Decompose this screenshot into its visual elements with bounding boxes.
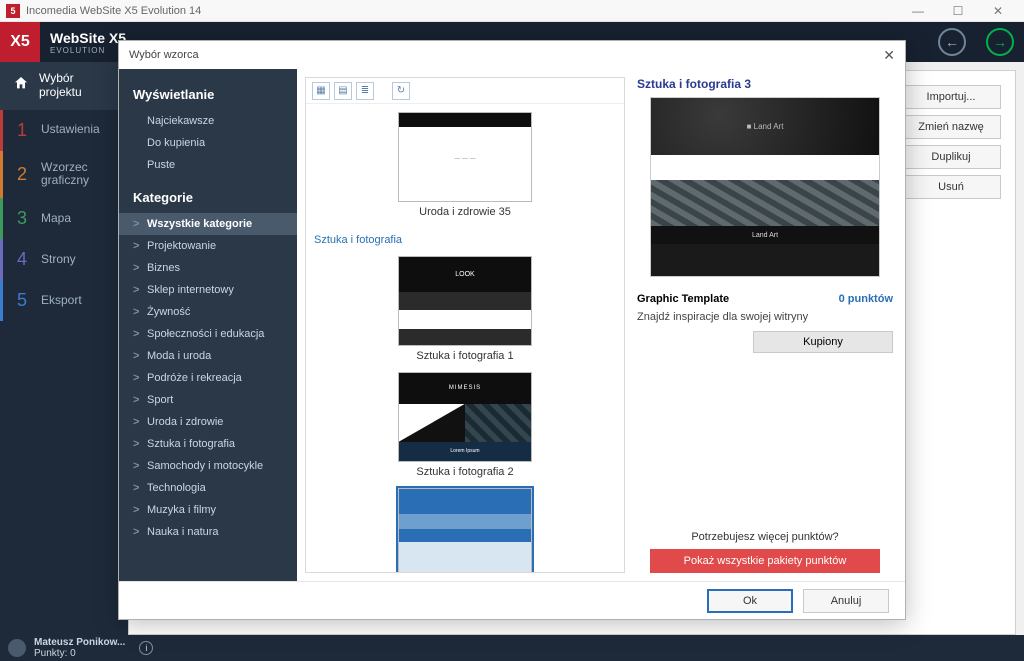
modal-sidebar: Wyświetlanie Najciekawsze Do kupienia Pu… — [119, 69, 297, 581]
step-3-map[interactable]: 3 Mapa — [0, 198, 128, 239]
sidebar-item-all-categories[interactable]: Wszystkie kategorie — [119, 213, 297, 235]
sidebar-item-sport[interactable]: Sport — [119, 389, 297, 411]
step-2-num: 2 — [13, 164, 31, 185]
step-choose-label: Wybór projektu — [39, 72, 82, 100]
app-icon: 5 — [6, 4, 20, 18]
sidebar-item-art[interactable]: Sztuka i fotografia — [119, 433, 297, 455]
info-icon[interactable]: i — [139, 641, 153, 655]
sidebar-item-shop[interactable]: Sklep internetowy — [119, 279, 297, 301]
sidebar-header-categories: Kategorie — [119, 186, 297, 213]
sidebar-item-community[interactable]: Społeczności i edukacja — [119, 323, 297, 345]
step-4-num: 4 — [13, 249, 31, 270]
step-4-pages[interactable]: 4 Strony — [0, 239, 128, 280]
template-thumb-beauty-35[interactable]: — — — — [398, 112, 532, 202]
template-gallery: ▦ ▤ ≣ ↻ — — — Uroda i zdrowie 35 Sztuka … — [305, 77, 625, 573]
gallery-category-label: Sztuka i fotografia — [312, 228, 618, 252]
step-5-label: Eksport — [41, 294, 82, 308]
sidebar-item-cars[interactable]: Samochody i motocykle — [119, 455, 297, 477]
sidebar-item-business[interactable]: Biznes — [119, 257, 297, 279]
view-small-icon[interactable]: ▦ — [312, 82, 330, 100]
minimize-button[interactable]: — — [898, 0, 938, 22]
status-points: Punkty: 0 — [34, 648, 125, 659]
thumb-caption-art-2: Sztuka i fotografia 2 — [416, 466, 513, 478]
template-thumb-art-2[interactable]: MIMESIS Lorem Ipsum — [398, 372, 532, 462]
window-title: Incomedia WebSite X5 Evolution 14 — [26, 5, 201, 17]
step-5-num: 5 — [13, 290, 31, 311]
sidebar-item-empty[interactable]: Puste — [119, 154, 297, 176]
sidebar-item-design[interactable]: Projektowanie — [119, 235, 297, 257]
step-1-num: 1 — [13, 120, 31, 141]
steps-sidebar: Wybór projektu 1 Ustawienia 2 Wzorzec gr… — [0, 62, 128, 635]
thumb-caption-art-1: Sztuka i fotografia 1 — [416, 350, 513, 362]
brand-name: WebSite X5 — [50, 30, 126, 46]
sidebar-item-food[interactable]: Żywność — [119, 301, 297, 323]
user-avatar[interactable] — [8, 639, 26, 657]
thumb-caption-beauty-35: Uroda i zdrowie 35 — [419, 206, 511, 218]
step-4-label: Strony — [41, 253, 76, 267]
nav-back-button[interactable]: ← — [938, 28, 966, 56]
sidebar-item-travel[interactable]: Podróże i rekreacja — [119, 367, 297, 389]
sidebar-item-fashion[interactable]: Moda i uroda — [119, 345, 297, 367]
template-thumb-art-3[interactable] — [398, 488, 532, 572]
step-2-label: Wzorzec graficzny — [41, 161, 89, 189]
modal-title: Wybór wzorca — [129, 49, 199, 61]
step-3-label: Mapa — [41, 212, 71, 226]
delete-button[interactable]: Usuń — [901, 175, 1001, 199]
sidebar-item-science[interactable]: Nauka i natura — [119, 521, 297, 543]
close-window-button[interactable]: ✕ — [978, 0, 1018, 22]
maximize-button[interactable]: ☐ — [938, 0, 978, 22]
detail-meta-label: Graphic Template — [637, 293, 729, 305]
step-1-settings[interactable]: 1 Ustawienia — [0, 110, 128, 151]
show-packages-button[interactable]: Pokaż wszystkie pakiety punktów — [650, 549, 880, 573]
detail-title: Sztuka i fotografia 3 — [637, 77, 893, 91]
detail-preview: ■ Land Art Land Art — [650, 97, 880, 277]
rename-button[interactable]: Zmień nazwę — [901, 115, 1001, 139]
brand-logo: X5 — [0, 22, 40, 62]
brand-edition: EVOLUTION — [50, 46, 126, 55]
sidebar-item-forpurchase[interactable]: Do kupienia — [119, 132, 297, 154]
template-thumb-art-1[interactable]: LOOK — [398, 256, 532, 346]
detail-meta-points: 0 punktów — [839, 293, 893, 305]
step-5-export[interactable]: 5 Eksport — [0, 280, 128, 321]
sidebar-item-tech[interactable]: Technologia — [119, 477, 297, 499]
view-large-icon[interactable]: ▤ — [334, 82, 352, 100]
refresh-icon[interactable]: ↻ — [392, 82, 410, 100]
nav-forward-button[interactable]: → — [986, 28, 1014, 56]
step-1-label: Ustawienia — [41, 123, 100, 137]
view-list-icon[interactable]: ≣ — [356, 82, 374, 100]
sidebar-header-view: Wyświetlanie — [119, 83, 297, 110]
detail-subtext: Znajdź inspiracje dla swojej witryny — [637, 311, 893, 323]
home-icon — [13, 75, 29, 96]
ok-button[interactable]: Ok — [707, 589, 793, 613]
template-detail: Sztuka i fotografia 3 ■ Land Art Land Ar… — [631, 69, 905, 581]
template-picker-modal: Wybór wzorca ✕ Wyświetlanie Najciekawsze… — [118, 40, 906, 620]
modal-close-button[interactable]: ✕ — [883, 47, 895, 64]
sidebar-item-featured[interactable]: Najciekawsze — [119, 110, 297, 132]
duplicate-button[interactable]: Duplikuj — [901, 145, 1001, 169]
import-button[interactable]: Importuj... — [901, 85, 1001, 109]
step-2-template[interactable]: 2 Wzorzec graficzny — [0, 151, 128, 199]
buy-button[interactable]: Kupiony — [753, 331, 893, 353]
status-user: Mateusz Ponikow... — [34, 637, 125, 648]
gallery-scroll[interactable]: — — — Uroda i zdrowie 35 Sztuka i fotogr… — [306, 104, 624, 572]
need-points-label: Potrzebujesz więcej punktów? — [637, 531, 893, 543]
step-3-num: 3 — [13, 208, 31, 229]
cancel-button[interactable]: Anuluj — [803, 589, 889, 613]
sidebar-item-beauty[interactable]: Uroda i zdrowie — [119, 411, 297, 433]
sidebar-item-music[interactable]: Muzyka i filmy — [119, 499, 297, 521]
step-choose-project[interactable]: Wybór projektu — [0, 62, 128, 110]
